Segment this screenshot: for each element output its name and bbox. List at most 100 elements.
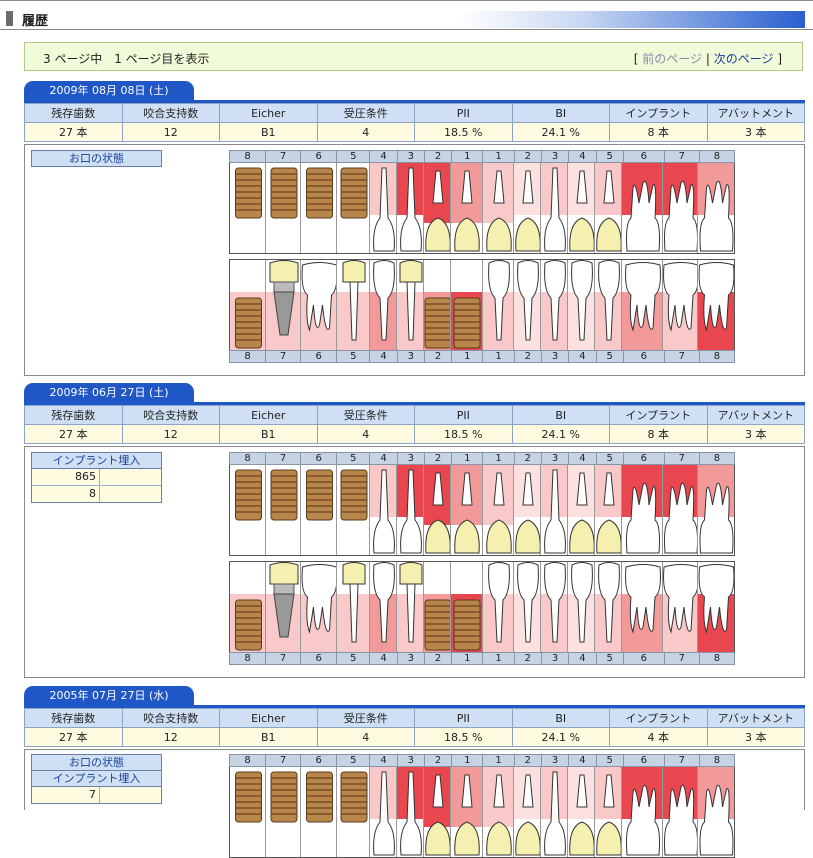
tooth-number: 3 [540, 652, 569, 665]
tooth-cell[interactable] [337, 163, 370, 253]
tooth-cell[interactable] [451, 163, 483, 253]
tooth-cell[interactable] [698, 163, 735, 253]
tooth-cell[interactable] [230, 465, 266, 555]
tooth-cell[interactable] [595, 562, 623, 652]
tooth-cell[interactable] [595, 767, 623, 857]
tooth-cell[interactable] [482, 767, 514, 857]
tooth-cell[interactable] [622, 163, 664, 253]
tooth-cell[interactable] [622, 767, 664, 857]
tooth-cell[interactable] [540, 465, 568, 555]
implant-box: インプラント埋入 865 8 [31, 452, 162, 503]
tooth-cell[interactable] [369, 562, 398, 652]
tooth-cell[interactable] [451, 465, 483, 555]
tooth-cell[interactable] [513, 562, 541, 652]
tooth-number: 8 [698, 150, 735, 163]
next-page-link[interactable]: 次のページ [714, 52, 774, 66]
implant-label[interactable]: インプラント埋入 [32, 771, 161, 787]
tooth-cell[interactable] [663, 163, 699, 253]
tooth-cell[interactable] [397, 465, 425, 555]
tooth-cell[interactable] [451, 767, 483, 857]
tooth-cell[interactable] [266, 465, 301, 555]
tooth-cell[interactable] [663, 465, 699, 555]
tooth-number-row: 8765432112345678 [229, 150, 735, 163]
tooth-cell[interactable] [663, 562, 699, 652]
tooth-cell[interactable] [369, 465, 398, 555]
tooth-cell[interactable] [397, 260, 425, 350]
tooth-cell[interactable] [540, 562, 568, 652]
tooth-cell[interactable] [369, 767, 398, 857]
tooth-cell[interactable] [482, 260, 514, 350]
tooth-cell[interactable] [567, 465, 596, 555]
mouth-status-label[interactable]: お口の状態 [32, 755, 161, 771]
tooth-cell[interactable] [266, 767, 301, 857]
tooth-cell[interactable] [595, 465, 623, 555]
tooth-cell[interactable] [540, 767, 568, 857]
tooth-cell[interactable] [230, 767, 266, 857]
tooth-cell[interactable] [595, 260, 623, 350]
tooth-cell[interactable] [265, 260, 301, 350]
tooth-cell[interactable] [397, 163, 425, 253]
tooth-cell[interactable] [698, 767, 735, 857]
mouth-status-box[interactable]: お口の状態 [31, 150, 162, 167]
tooth-cell[interactable] [482, 465, 514, 555]
tooth-cell[interactable] [663, 260, 699, 350]
tooth-cell[interactable] [698, 465, 735, 555]
tooth-cell[interactable] [424, 465, 452, 555]
tooth-number: 3 [396, 452, 424, 465]
tooth-cell[interactable] [424, 767, 452, 857]
tooth-cell[interactable] [567, 163, 596, 253]
tooth-cell[interactable] [622, 465, 664, 555]
implant-row: 7 [32, 787, 161, 803]
tooth-icon [235, 469, 262, 521]
tooth-cell[interactable] [300, 562, 337, 652]
tooth-cell[interactable] [424, 163, 452, 253]
tooth-cell[interactable] [567, 767, 596, 857]
tooth-cell[interactable] [265, 562, 301, 652]
tooth-cell[interactable] [513, 260, 541, 350]
tooth-cell[interactable] [336, 562, 370, 652]
implant-label[interactable]: インプラント埋入 [32, 453, 161, 469]
tooth-cell[interactable] [300, 260, 337, 350]
tooth-icon [514, 170, 540, 252]
tooth-cell[interactable] [337, 767, 370, 857]
tooth-cell[interactable] [513, 767, 541, 857]
tooth-cell[interactable] [266, 163, 301, 253]
tooth-cell[interactable] [424, 260, 452, 350]
tooth-cell[interactable] [301, 767, 337, 857]
tooth-cell[interactable] [451, 562, 483, 652]
tooth-icon [235, 599, 262, 651]
tooth-icon [270, 167, 298, 219]
tooth-cell[interactable] [397, 562, 425, 652]
tooth-cell[interactable] [230, 260, 266, 350]
tooth-cell[interactable] [301, 465, 337, 555]
tooth-cell[interactable] [337, 465, 370, 555]
tooth-cell[interactable] [698, 562, 735, 652]
tooth-cell[interactable] [513, 465, 541, 555]
tooth-cell[interactable] [482, 163, 514, 253]
tooth-cell[interactable] [663, 767, 699, 857]
prev-page-link[interactable]: 前のページ [642, 52, 702, 66]
tooth-cell[interactable] [482, 562, 514, 652]
tooth-cell[interactable] [698, 260, 735, 350]
tooth-cell[interactable] [540, 260, 568, 350]
tooth-icon [543, 562, 566, 643]
tooth-icon [399, 562, 423, 643]
tooth-cell[interactable] [567, 260, 596, 350]
tooth-cell[interactable] [230, 163, 266, 253]
tooth-cell[interactable] [622, 260, 664, 350]
tooth-cell[interactable] [540, 163, 568, 253]
tooth-cell[interactable] [424, 562, 452, 652]
tooth-number: 8 [698, 754, 735, 767]
tooth-cell[interactable] [230, 562, 266, 652]
tooth-cell[interactable] [451, 260, 483, 350]
stats-header-row: 残存歯数 咬合支持数 Eicher 受圧条件 PII BI インプラント アバットメント [24, 405, 805, 425]
tooth-cell[interactable] [622, 562, 664, 652]
tooth-cell[interactable] [301, 163, 337, 253]
tooth-cell[interactable] [369, 163, 398, 253]
tooth-cell[interactable] [397, 767, 425, 857]
tooth-cell[interactable] [369, 260, 398, 350]
tooth-cell[interactable] [513, 163, 541, 253]
tooth-cell[interactable] [336, 260, 370, 350]
tooth-cell[interactable] [567, 562, 596, 652]
tooth-cell[interactable] [595, 163, 623, 253]
